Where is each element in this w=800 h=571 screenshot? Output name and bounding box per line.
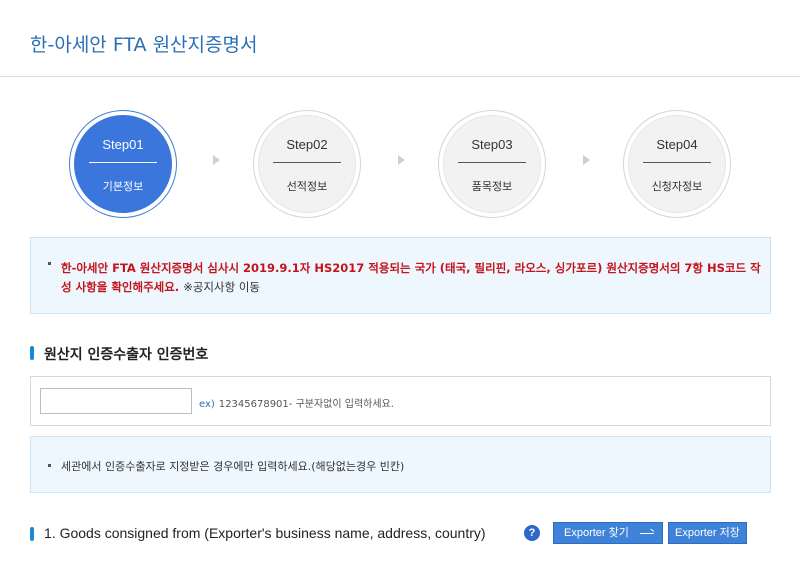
step-label: 신청자정보 [651, 180, 703, 193]
cert-info-text: 세관에서 인증수출자로 지정받은 경우에만 입력하세요.(해당없는경우 빈칸) [61, 460, 405, 473]
section-marker-icon [30, 346, 34, 360]
step-arrow-icon [583, 155, 590, 165]
cert-input-row: ex) 12345678901- 구분자없이 입력하세요. [30, 376, 771, 426]
notice-link[interactable]: ※공지사항 이동 [183, 280, 260, 294]
step-label: 품목정보 [471, 180, 513, 193]
step-arrow-icon [213, 155, 220, 165]
step-number: Step03 [471, 137, 513, 152]
notice-box: 한-아세안 FTA 원산지증명서 심사시 2019.9.1자 HS2017 적용… [30, 237, 771, 314]
step-number: Step01 [102, 137, 144, 152]
section-marker-icon [30, 527, 34, 541]
cert-info-box: 세관에서 인증수출자로 지정받은 경우에만 입력하세요.(해당없는경우 빈칸) [30, 436, 771, 493]
notice-text: 한-아세안 FTA 원산지증명서 심사시 2019.9.1자 HS2017 적용… [61, 261, 761, 294]
cert-number-input[interactable] [40, 388, 192, 414]
step-label: 선적정보 [286, 180, 328, 193]
help-icon[interactable]: ? [524, 525, 540, 541]
step-label: 기본정보 [102, 180, 144, 193]
cert-input-hint: ex) 12345678901- 구분자없이 입력하세요. [199, 399, 394, 410]
step-number: Step02 [286, 137, 328, 152]
bullet-icon [48, 464, 51, 467]
step-number: Step04 [656, 137, 698, 152]
arrow-right-icon [640, 533, 654, 534]
step-arrow-icon [398, 155, 405, 165]
step-2[interactable]: Step02 선적정보 [253, 110, 361, 218]
step-4[interactable]: Step04 신청자정보 [623, 110, 731, 218]
step-3[interactable]: Step03 품목정보 [438, 110, 546, 218]
bullet-icon [48, 262, 51, 265]
title-divider [0, 76, 800, 77]
exporter-save-button[interactable]: Exporter 저장 [668, 522, 747, 544]
step-1[interactable]: Step01 기본정보 [69, 110, 177, 218]
page-title: 한-아세안 FTA 원산지증명서 [30, 34, 258, 56]
exporter-find-button[interactable]: Exporter 찾기 [553, 522, 663, 544]
